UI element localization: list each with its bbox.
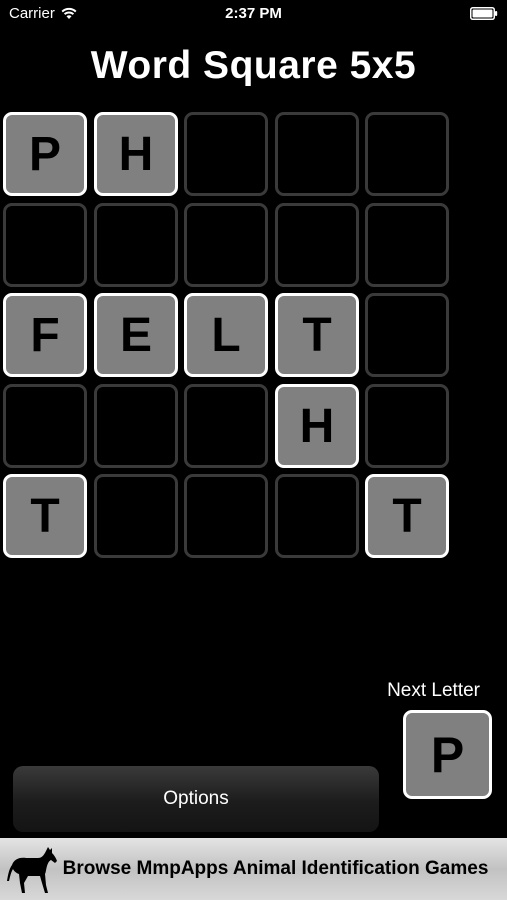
grid-cell[interactable] (275, 203, 359, 287)
ad-banner[interactable]: Browse MmpApps Animal Identification Gam… (0, 838, 507, 900)
grid-cell[interactable] (184, 474, 268, 558)
grid-cell[interactable]: H (275, 384, 359, 468)
grid-cell[interactable] (184, 384, 268, 468)
word-grid: PHFELTHTT (3, 112, 455, 564)
status-bar: Carrier 2:37 PM (0, 0, 507, 28)
grid-cell[interactable] (275, 474, 359, 558)
grid-cell[interactable] (3, 203, 87, 287)
ad-banner-text: Browse MmpApps Animal Identification Gam… (62, 858, 489, 879)
grid-cell[interactable] (365, 293, 449, 377)
grid-cell[interactable]: P (3, 112, 87, 196)
next-letter-tile[interactable]: P (403, 710, 492, 799)
grid-cell[interactable]: T (365, 474, 449, 558)
grid-cell[interactable]: H (94, 112, 178, 196)
grid-cell[interactable] (184, 203, 268, 287)
horse-icon (7, 847, 57, 893)
grid-cell[interactable]: F (3, 293, 87, 377)
grid-cell[interactable]: E (94, 293, 178, 377)
options-button[interactable]: Options (13, 766, 379, 832)
grid-cell[interactable]: L (184, 293, 268, 377)
grid-cell[interactable] (94, 203, 178, 287)
grid-cell[interactable] (365, 384, 449, 468)
battery-icon (470, 7, 498, 20)
grid-cell[interactable] (184, 112, 268, 196)
status-time: 2:37 PM (225, 5, 282, 22)
page-title: Word Square 5x5 (90, 44, 417, 87)
grid-cell[interactable] (94, 384, 178, 468)
grid-cell[interactable]: T (3, 474, 87, 558)
grid-cell[interactable] (275, 112, 359, 196)
grid-cell[interactable] (365, 203, 449, 287)
grid-cell[interactable] (94, 474, 178, 558)
grid-cell[interactable] (365, 112, 449, 196)
grid-cell[interactable] (3, 384, 87, 468)
grid-cell[interactable]: T (275, 293, 359, 377)
next-letter-label: Next Letter (387, 680, 480, 701)
